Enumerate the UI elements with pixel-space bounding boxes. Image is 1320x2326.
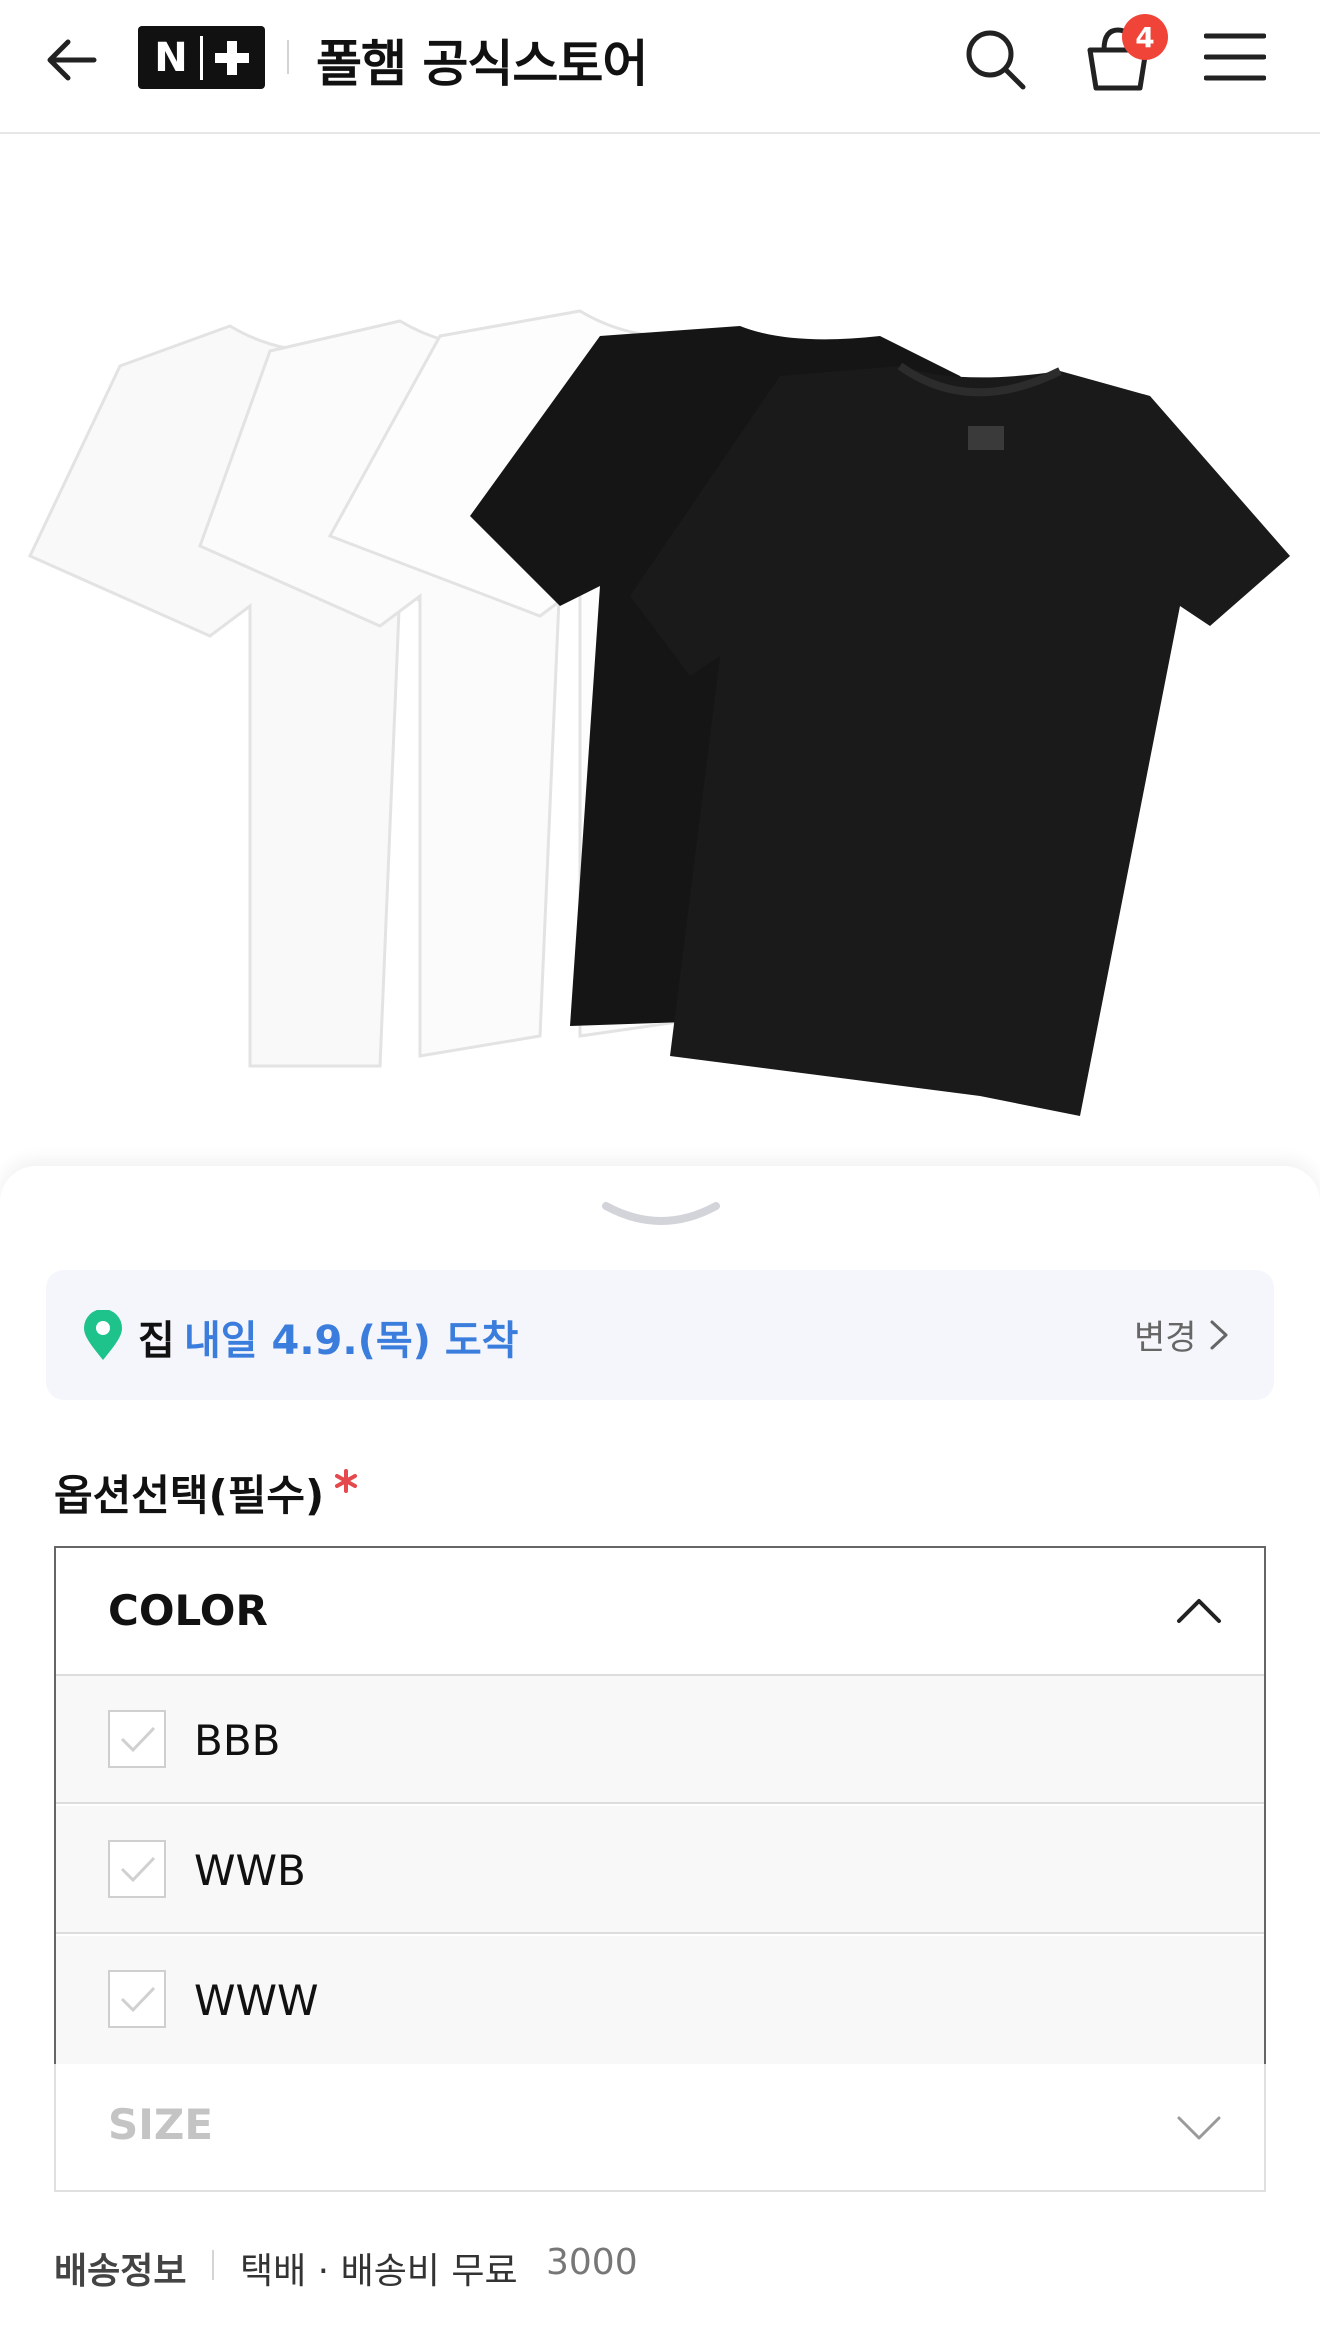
color-option-bbb[interactable]: BBB: [56, 1676, 1264, 1804]
chevron-right-icon[interactable]: [1208, 1318, 1230, 1352]
check-icon: [120, 1726, 156, 1753]
shipping-method: 택배 · 배송비 무료: [240, 2251, 518, 2292]
header-divider: [287, 40, 289, 74]
chevron-up-icon[interactable]: [1176, 1596, 1222, 1624]
option-checkbox[interactable]: [108, 1710, 166, 1768]
product-photo-tshirts: [0, 136, 1320, 1176]
color-option-wwb[interactable]: WWB: [56, 1806, 1264, 1934]
hamburger-menu-icon[interactable]: [1204, 30, 1266, 84]
chevron-down-handle-icon[interactable]: [600, 1196, 722, 1232]
option-checkbox[interactable]: [108, 1970, 166, 2028]
arrow-left-icon[interactable]: [40, 28, 104, 92]
plus-icon: [214, 40, 249, 75]
size-dropdown-label: SIZE: [108, 2100, 214, 2149]
check-icon: [120, 1856, 156, 1883]
required-asterisk-icon: [335, 1469, 357, 1493]
shipping-amount: 3000: [546, 2242, 638, 2283]
shipping-info-label: 배송정보: [54, 2251, 187, 2292]
nplus-logo[interactable]: N: [138, 26, 265, 89]
option-checkbox[interactable]: [108, 1840, 166, 1898]
store-title[interactable]: 폴햄 공식스토어: [316, 24, 648, 96]
nplus-logo-divider: [199, 35, 203, 80]
delivery-eta: 내일 4.9.(목) 도착: [184, 1318, 519, 1364]
nplus-logo-letter: N: [154, 34, 188, 81]
chevron-down-icon[interactable]: [1176, 2114, 1222, 2142]
location-pin-icon: [84, 1310, 122, 1360]
option-label: WWW: [194, 1976, 319, 2025]
check-icon: [120, 1986, 156, 2013]
size-dropdown[interactable]: [54, 2064, 1266, 2192]
option-section-title: 옵션선택(필수): [54, 1471, 325, 1520]
delivery-location: 집: [138, 1318, 175, 1364]
color-dropdown-label: COLOR: [108, 1586, 268, 1635]
change-address-link[interactable]: 변경: [1134, 1310, 1197, 1359]
search-icon[interactable]: [960, 24, 1030, 94]
color-option-www[interactable]: WWW: [56, 1936, 1264, 2064]
cart-count-badge: 4: [1122, 14, 1168, 60]
option-label: WWB: [194, 1846, 306, 1895]
option-label: BBB: [194, 1716, 281, 1765]
shipping-divider: [212, 2250, 214, 2280]
